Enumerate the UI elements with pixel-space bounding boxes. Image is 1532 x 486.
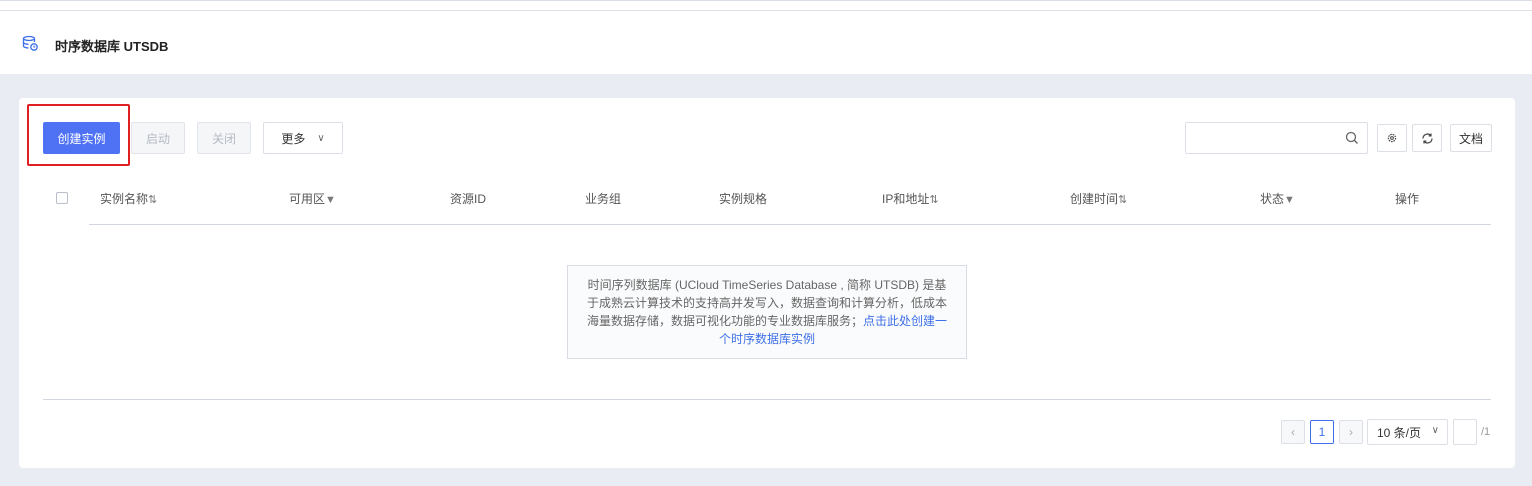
- column-header-actions: 操作: [1395, 192, 1420, 206]
- start-button[interactable]: 启动: [131, 122, 185, 154]
- page-title: 时序数据库 UTSDB: [55, 39, 169, 54]
- database-clock-icon: [22, 35, 38, 51]
- filter-icon[interactable]: ▼: [1284, 194, 1295, 206]
- sort-icon[interactable]: ⇅: [148, 194, 157, 206]
- docs-button[interactable]: 文档: [1450, 124, 1492, 152]
- refresh-button[interactable]: [1412, 124, 1442, 152]
- table-header-divider: [89, 224, 1491, 225]
- more-label: 更多: [281, 131, 306, 146]
- sort-icon[interactable]: ⇅: [1118, 194, 1127, 206]
- column-header-created[interactable]: 创建时间⇅: [1070, 190, 1127, 207]
- refresh-icon: [1421, 132, 1433, 144]
- page-total: /1: [1481, 426, 1491, 438]
- column-header-ip[interactable]: IP和地址⇅: [882, 190, 939, 207]
- page-size-select[interactable]: 10 条/页 ∨: [1367, 419, 1448, 445]
- select-all-checkbox[interactable]: [56, 192, 68, 204]
- next-page-button[interactable]: ›: [1339, 420, 1363, 444]
- column-header-business-group: 业务组: [585, 192, 622, 206]
- top-divider: [0, 10, 1532, 11]
- search-icon[interactable]: [1345, 131, 1359, 145]
- empty-state-message: 时间序列数据库 (UCloud TimeSeries Database , 简称…: [567, 265, 967, 359]
- sort-icon[interactable]: ⇅: [929, 194, 938, 206]
- close-button[interactable]: 关闭: [197, 122, 251, 154]
- table-footer-divider: [43, 399, 1491, 400]
- chevron-down-icon: ∨: [317, 132, 325, 144]
- page-size-label: 10 条/页: [1377, 425, 1422, 440]
- settings-button[interactable]: [1377, 124, 1407, 152]
- prev-page-button[interactable]: ‹: [1281, 420, 1305, 444]
- top-header: 时序数据库 UTSDB: [0, 0, 1532, 74]
- column-header-spec: 实例规格: [719, 192, 768, 206]
- column-header-status[interactable]: 状态▼: [1260, 190, 1295, 207]
- create-instance-button[interactable]: 创建实例: [43, 122, 120, 154]
- search-input[interactable]: [1185, 122, 1368, 154]
- column-header-zone[interactable]: 可用区▼: [289, 190, 336, 207]
- more-dropdown[interactable]: 更多 ∨: [263, 122, 343, 154]
- filter-icon[interactable]: ▼: [325, 194, 336, 206]
- column-header-resource-id: 资源ID: [450, 192, 487, 206]
- gear-icon: [1387, 133, 1397, 143]
- page-jump-input[interactable]: [1453, 419, 1477, 445]
- column-header-name[interactable]: 实例名称⇅: [100, 190, 157, 207]
- page-number-1[interactable]: 1: [1310, 420, 1334, 444]
- chevron-down-icon: ∨: [1431, 425, 1439, 436]
